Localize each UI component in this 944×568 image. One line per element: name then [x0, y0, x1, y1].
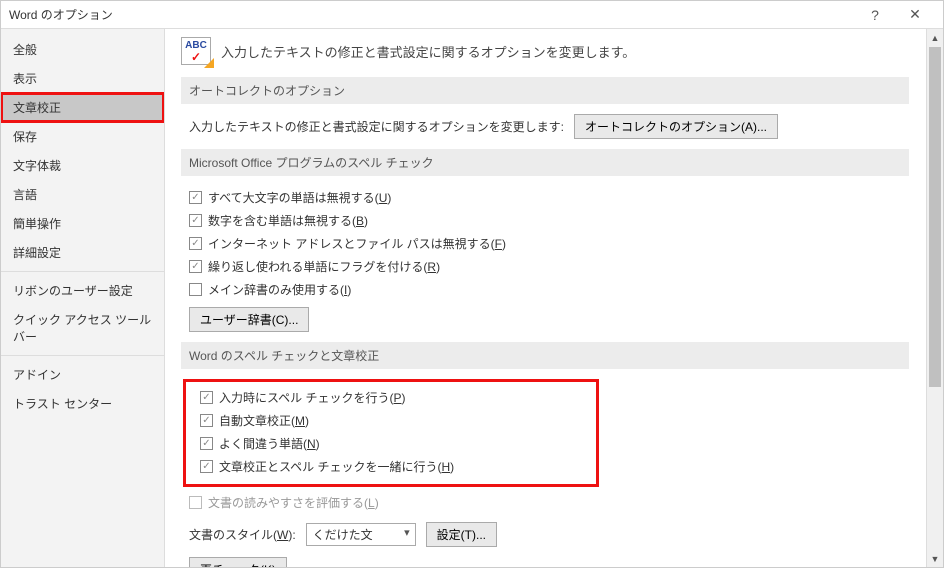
check-icon: ✓ — [191, 51, 201, 63]
proofing-icon: ABC ✓ — [181, 37, 211, 65]
style-select[interactable]: くだけた文 — [306, 523, 416, 546]
check-spell-on-type[interactable]: 入力時にスペル チェックを行う(P) — [192, 386, 590, 409]
section-office-spell: Microsoft Office プログラムのスペル チェック — [181, 149, 909, 176]
checkbox-icon — [189, 496, 202, 509]
user-dict-button[interactable]: ユーザー辞書(C)... — [189, 307, 309, 332]
scroll-up-icon[interactable]: ▲ — [927, 29, 943, 46]
sidebar-item-easeofaccess[interactable]: 簡単操作 — [1, 209, 164, 238]
sidebar-item-advanced[interactable]: 詳細設定 — [1, 238, 164, 267]
close-button[interactable]: ✕ — [895, 1, 935, 29]
check-mainonly[interactable]: メイン辞書のみ使用する(I) — [181, 278, 909, 301]
sidebar-item-general[interactable]: 全般 — [1, 35, 164, 64]
titlebar: Word のオプション ? ✕ — [1, 1, 943, 29]
sidebar: 全般 表示 文章校正 保存 文字体裁 言語 簡単操作 詳細設定 リボンのユーザー… — [1, 29, 165, 567]
check-confused-words[interactable]: よく間違う単語(N) — [192, 432, 590, 455]
help-button[interactable]: ? — [855, 1, 895, 29]
autocorrect-desc: 入力したテキストの修正と書式設定に関するオプションを変更します: — [189, 118, 564, 135]
sidebar-item-trustcenter[interactable]: トラスト センター — [1, 389, 164, 418]
check-auto-proof[interactable]: 自動文章校正(M) — [192, 409, 590, 432]
checkbox-icon — [200, 437, 213, 450]
checkbox-icon — [189, 237, 202, 250]
sidebar-separator — [1, 271, 164, 272]
sidebar-item-language[interactable]: 言語 — [1, 180, 164, 209]
sidebar-item-typography[interactable]: 文字体裁 — [1, 151, 164, 180]
checkbox-icon — [200, 460, 213, 473]
autocorrect-options-button[interactable]: オートコレクトのオプション(A)... — [574, 114, 778, 139]
check-repeated[interactable]: 繰り返し使われる単語にフラグを付ける(R) — [181, 255, 909, 278]
style-label: 文書のスタイル(W): — [189, 526, 296, 543]
checkbox-icon — [200, 414, 213, 427]
section-autocorrect: オートコレクトのオプション — [181, 77, 909, 104]
checkbox-icon — [189, 214, 202, 227]
vertical-scrollbar[interactable]: ▲ ▼ — [926, 29, 943, 567]
heading-text: 入力したテキストの修正と書式設定に関するオプションを変更します。 — [221, 42, 635, 61]
check-internet[interactable]: インターネット アドレスとファイル パスは無視する(F) — [181, 232, 909, 255]
scroll-thumb[interactable] — [929, 47, 941, 387]
sidebar-item-qat[interactable]: クイック アクセス ツール バー — [1, 305, 164, 351]
checkbox-icon — [189, 260, 202, 273]
highlight-box-proofing: 入力時にスペル チェックを行う(P) 自動文章校正(M) よく間違う単語(N) … — [183, 379, 599, 487]
content-panel: ABC ✓ 入力したテキストの修正と書式設定に関するオプションを変更します。 オ… — [165, 29, 925, 567]
check-grammar-with-spell[interactable]: 文章校正とスペル チェックを一緒に行う(H) — [192, 455, 590, 478]
window-title: Word のオプション — [9, 6, 855, 23]
scroll-down-icon[interactable]: ▼ — [927, 550, 943, 567]
sidebar-item-ribbon[interactable]: リボンのユーザー設定 — [1, 276, 164, 305]
check-uppercase[interactable]: すべて大文字の単語は無視する(U) — [181, 186, 909, 209]
sidebar-item-addins[interactable]: アドイン — [1, 360, 164, 389]
section-word-proof: Word のスペル チェックと文章校正 — [181, 342, 909, 369]
sidebar-separator — [1, 355, 164, 356]
sidebar-item-display[interactable]: 表示 — [1, 64, 164, 93]
sidebar-item-save[interactable]: 保存 — [1, 122, 164, 151]
check-readability[interactable]: 文書の読みやすさを評価する(L) — [181, 491, 909, 514]
checkbox-icon — [189, 283, 202, 296]
checkbox-icon — [200, 391, 213, 404]
recheck-button[interactable]: 再チェック(K) — [189, 557, 287, 567]
sidebar-item-proofing[interactable]: 文章校正 — [1, 93, 164, 122]
checkbox-icon — [189, 191, 202, 204]
check-numbers[interactable]: 数字を含む単語は無視する(B) — [181, 209, 909, 232]
settings-button[interactable]: 設定(T)... — [426, 522, 497, 547]
